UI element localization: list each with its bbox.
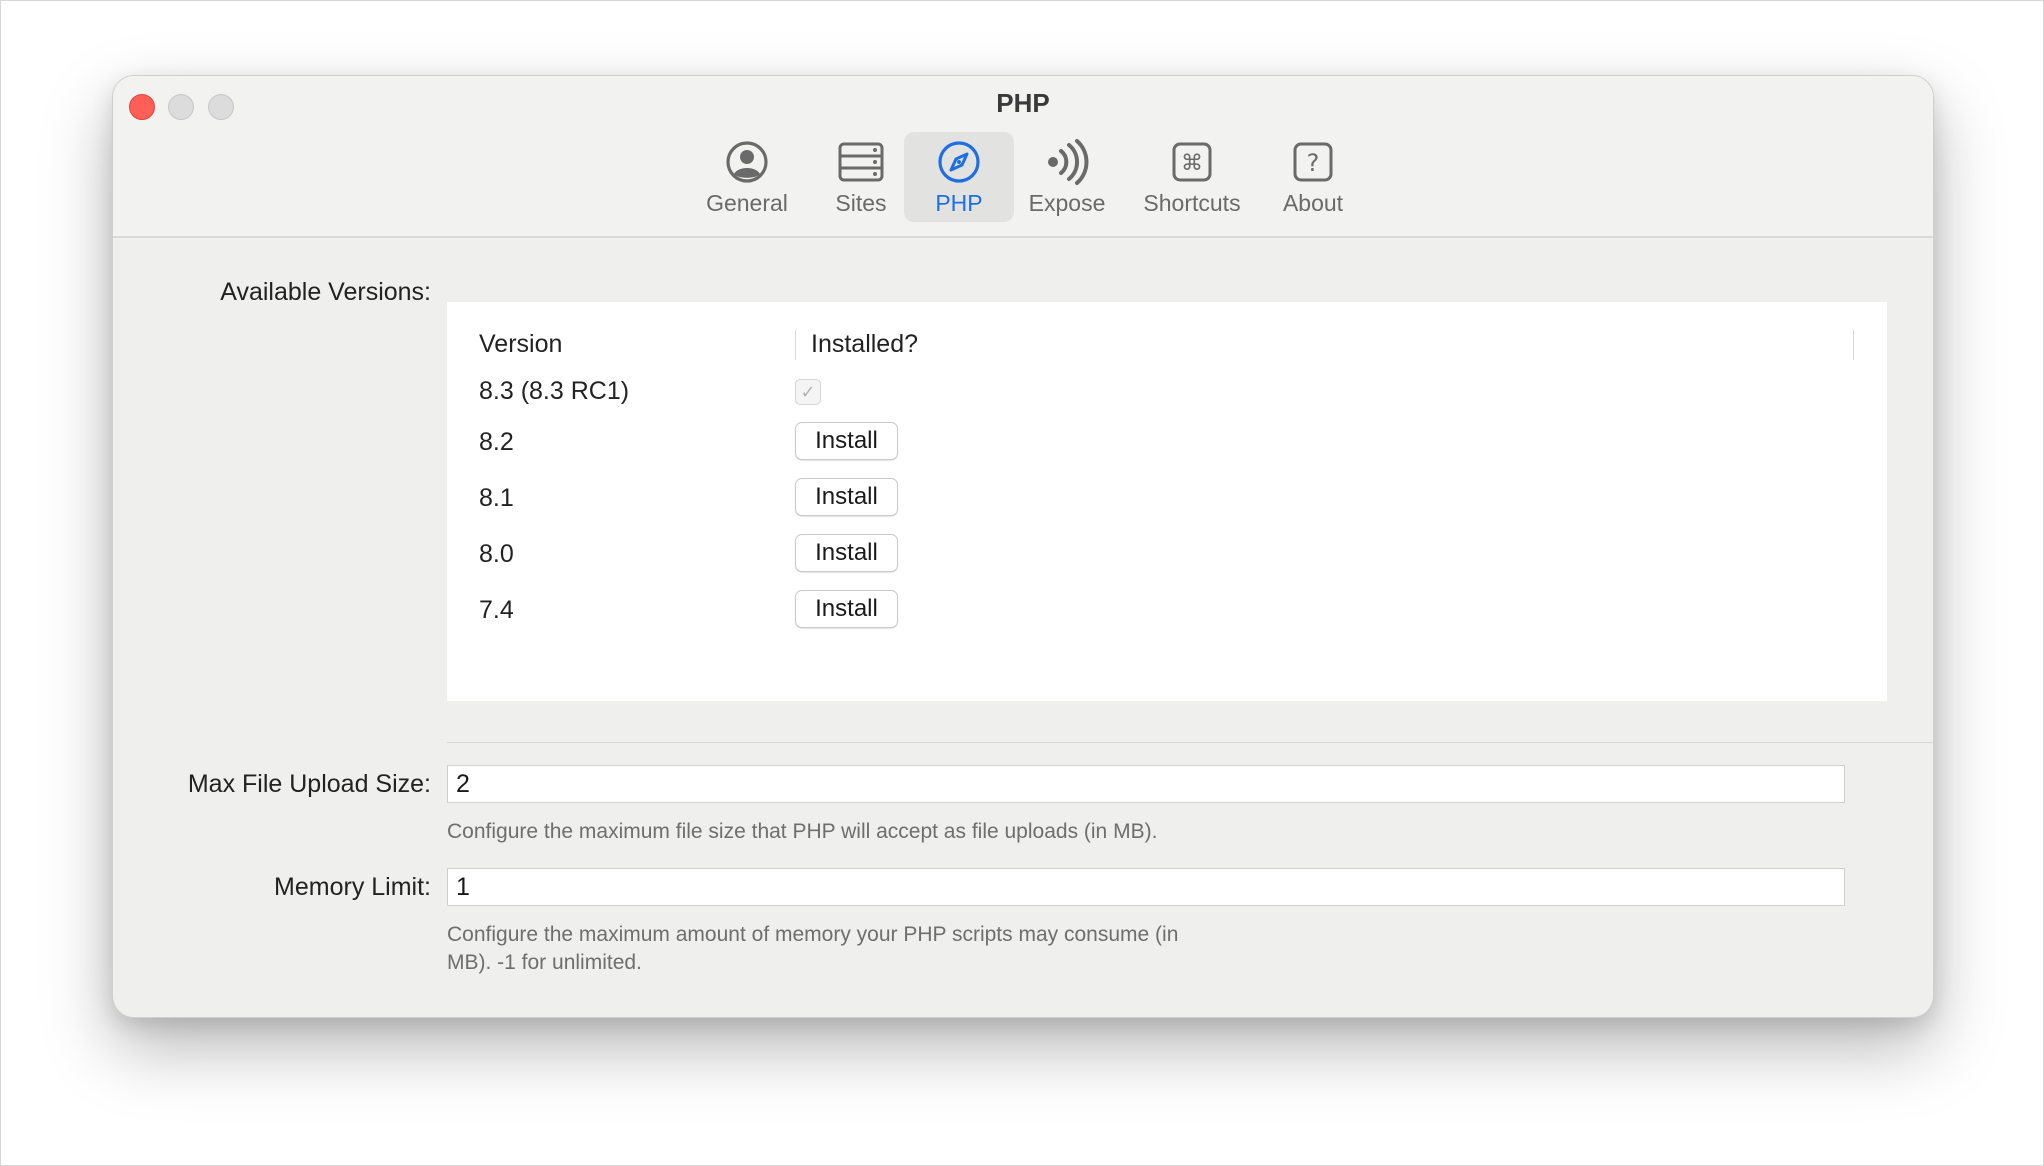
version-cell: 8.3 (8.3 RC1) [479,377,630,405]
preferences-window: PHP General Sites PHP Expose ⌘ Shortcuts… [112,75,1934,1018]
column-separator [1853,330,1854,360]
question-mark-icon: ? [1293,142,1333,182]
version-cell: 8.2 [479,428,514,456]
install-button-8-1[interactable]: Install [795,478,898,516]
title-bar: PHP General Sites PHP Expose ⌘ Shortcuts… [113,76,1933,238]
tab-shortcuts[interactable]: ⌘ Shortcuts [1127,132,1257,222]
memory-limit-help-line: MB). -1 for unlimited. [447,951,642,974]
window-title: PHP [996,88,1050,118]
upload-size-input[interactable] [447,765,1845,803]
tab-expose-label: Expose [1028,190,1106,216]
memory-limit-help-line: Configure the maximum amount of memory y… [447,923,1179,946]
tab-sites-label: Sites [835,190,887,216]
upload-size-help: Configure the maximum file size that PHP… [447,820,1158,843]
install-button-8-0[interactable]: Install [795,534,898,572]
column-separator [795,330,796,360]
section-divider [447,742,1933,743]
tab-sites[interactable]: Sites [813,132,909,222]
svg-text:⌘: ⌘ [1181,151,1203,176]
compass-icon [938,141,980,183]
installed-column-header[interactable]: Installed? [811,330,918,359]
server-rack-icon [838,142,884,182]
memory-limit-input[interactable] [447,868,1845,906]
install-button-7-4[interactable]: Install [795,590,898,628]
installed-checkmark-icon: ✓ [795,379,821,405]
tab-shortcuts-label: Shortcuts [1143,190,1241,216]
person-circle-icon [726,141,768,183]
tab-general[interactable]: General [685,132,809,222]
version-column-header[interactable]: Version [479,330,562,359]
preferences-toolbar: General Sites PHP Expose ⌘ Shortcuts ? A… [113,132,1933,228]
memory-limit-label: Memory Limit: [274,873,431,901]
versions-table: Version Installed? 8.3 (8.3 RC1) ✓ 8.2 I… [447,302,1887,701]
memory-limit-help: Configure the maximum amount of memory y… [447,921,1178,977]
broadcast-waves-icon [1048,139,1089,185]
tab-expose[interactable]: Expose [1019,132,1115,222]
version-cell: 7.4 [479,596,514,624]
version-cell: 8.1 [479,484,514,512]
available-versions-label: Available Versions: [220,278,431,306]
tab-php-label: PHP [935,190,983,216]
tab-about-label: About [1282,190,1344,216]
svg-text:?: ? [1307,149,1320,177]
version-cell: 8.0 [479,540,514,568]
command-key-icon: ⌘ [1172,142,1212,182]
tab-php[interactable]: PHP [904,132,1014,222]
tab-general-label: General [706,190,788,216]
upload-size-label: Max File Upload Size: [187,770,431,798]
tab-about[interactable]: ? About [1263,132,1363,222]
install-button-8-2[interactable]: Install [795,422,898,460]
